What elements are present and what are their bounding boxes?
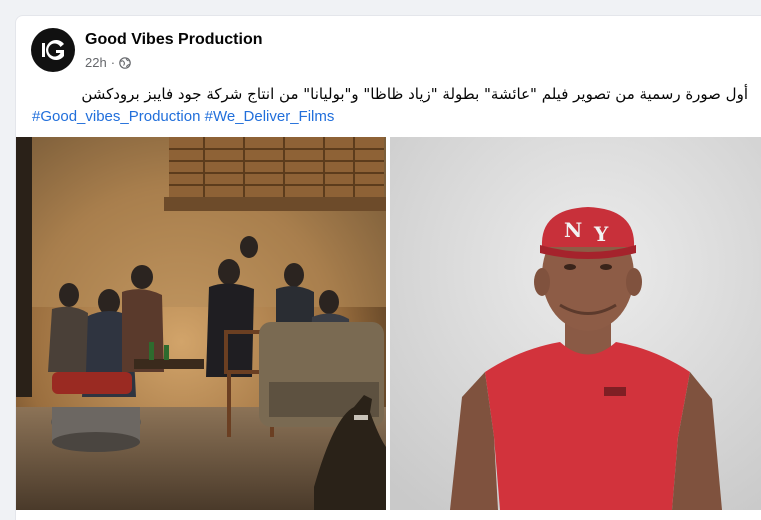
actor-portrait-photo[interactable]: N Y bbox=[390, 137, 761, 510]
post-timestamp[interactable]: 22h bbox=[85, 55, 107, 70]
page-avatar[interactable] bbox=[31, 28, 75, 72]
hashtag-row: #Good_vibes_Production #We_Deliver_Films bbox=[32, 107, 334, 127]
film-scene-photo[interactable] bbox=[16, 137, 386, 510]
hashtag-link[interactable]: #Good_vibes_Production bbox=[32, 108, 200, 125]
post-meta: 22h · bbox=[85, 55, 263, 70]
hashtag-link[interactable]: #We_Deliver_Films bbox=[205, 108, 335, 125]
globe-icon[interactable] bbox=[119, 56, 131, 69]
post-caption: أول صورة رسمية من تصوير فيلم "عائشة" بطو… bbox=[81, 85, 748, 103]
svg-text:N: N bbox=[564, 218, 582, 242]
svg-text:Y: Y bbox=[593, 222, 609, 246]
logo-icon bbox=[42, 40, 64, 61]
photo-grid: N Y bbox=[16, 137, 761, 510]
post-card: Good Vibes Production 22h · أول صورة رسم… bbox=[15, 15, 761, 520]
separator-dot: · bbox=[110, 55, 116, 70]
page-name-link[interactable]: Good Vibes Production bbox=[85, 30, 263, 50]
post-header: Good Vibes Production 22h · bbox=[31, 28, 263, 72]
